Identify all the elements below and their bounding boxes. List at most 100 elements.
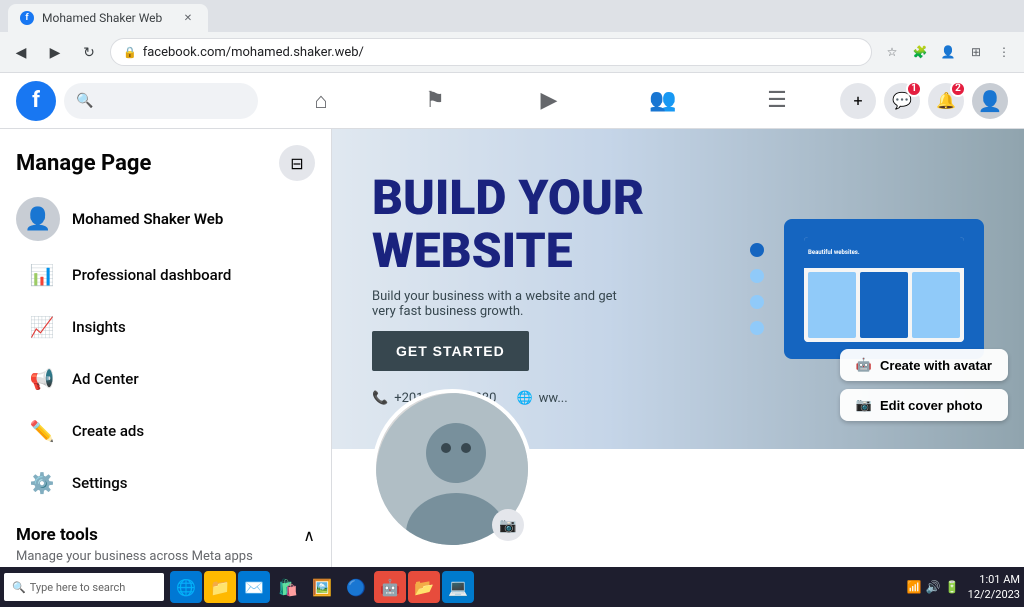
sidebar-item-ad-center[interactable]: 📢 Ad Center [8,353,323,405]
more-tools-header: More tools ∧ [0,509,331,549]
device-col-3 [912,272,960,338]
main-layout: Manage Page ⊟ 👤 Mohamed Shaker Web 📊 Pro… [0,129,1024,567]
get-started-button[interactable]: GET STARTED [372,331,529,371]
header-actions: + 💬 1 🔔 2 👤 [840,83,1008,119]
sidebar-item-settings[interactable]: ⚙️ Settings [8,457,323,509]
nav-home[interactable]: ⌂ [266,77,376,125]
taskbar-right: 📶 🔊 🔋 1:01 AM 12/2/2023 [907,572,1020,603]
more-tools-toggle[interactable]: ∧ [303,526,315,545]
lock-icon: 🔒 [123,46,137,59]
sidebar-title: Manage Page [16,151,151,176]
back-button[interactable]: ◀ [8,39,34,65]
profile-camera-button[interactable]: 📷 [492,509,524,541]
taskbar-date: 12/2/2023 [968,587,1020,602]
browser-tab-bar: f Mohamed Shaker Web ✕ [0,0,1024,32]
menu-label-dashboard: Professional dashboard [72,266,231,284]
taskbar-clock: 1:01 AM [968,572,1020,587]
cover-action-buttons: 🤖 Create with avatar 📷 Edit cover photo [840,349,1008,421]
taskbar-app-explorer[interactable]: 📁 [204,571,236,603]
close-tab-button[interactable]: ✕ [180,10,196,26]
ad-center-icon: 📢 [24,361,60,397]
profile-avatar-area: 📷 [372,389,532,549]
search-box[interactable]: 🔍 [64,83,258,119]
create-avatar-label: Create with avatar [880,358,992,373]
taskbar-search-placeholder: Type here to search [30,581,126,594]
profile-name: Mohamed Shaker Web [372,565,984,567]
camera-icon: 📷 [856,397,872,413]
menu-label-create-ads: Create ads [72,422,144,440]
taskbar-app-photos[interactable]: 🖼️ [306,571,338,603]
taskbar-apps: 🌐 📁 ✉️ 🛍️ 🖼️ 🔵 🤖 📂 💻 [170,571,474,603]
more-browser-btn[interactable]: ⋮ [992,40,1016,64]
extensions-icon[interactable]: 🧩 [908,40,932,64]
notifications-button[interactable]: 🔔 2 [928,83,964,119]
insights-icon: 📈 [24,309,60,345]
taskbar-app-store[interactable]: 🛍️ [272,571,304,603]
nav-video[interactable]: ▶ [494,77,604,125]
taskbar-app-mail[interactable]: ✉️ [238,571,270,603]
tab-grid-icon[interactable]: ⊞ [964,40,988,64]
nav-people[interactable]: 👥 [608,77,718,125]
battery-icon: 🔋 [945,580,960,594]
sidebar-header: Manage Page ⊟ [0,137,331,189]
forward-button[interactable]: ▶ [42,39,68,65]
windows-taskbar: 🔍 Type here to search 🌐 📁 ✉️ 🛍️ 🖼️ 🔵 🤖 📂… [0,567,1024,607]
menu-label-insights: Insights [72,318,126,336]
dot-2 [750,269,764,283]
reload-button[interactable]: ↻ [76,39,102,65]
messenger-button[interactable]: 💬 1 [884,83,920,119]
device-body [804,268,964,342]
edit-cover-button[interactable]: 📷 Edit cover photo [840,389,1008,421]
tab-title: Mohamed Shaker Web [42,11,162,25]
sidebar-item-professional-dashboard[interactable]: 📊 Professional dashboard [8,249,323,301]
url-text: facebook.com/mohamed.shaker.web/ [143,45,859,60]
sidebar: Manage Page ⊟ 👤 Mohamed Shaker Web 📊 Pro… [0,129,332,567]
device-header-text: Beautiful websites. [808,249,860,256]
device-col-1 [808,272,856,338]
profile-browser-icon[interactable]: 👤 [936,40,960,64]
taskbar-app-ai[interactable]: 🤖 [374,571,406,603]
taskbar-search[interactable]: 🔍 Type here to search [4,573,164,601]
taskbar-search-icon: 🔍 [12,581,26,594]
user-avatar-button[interactable]: 👤 [972,83,1008,119]
nav-menu[interactable]: ☰ [722,77,832,125]
browser-tab[interactable]: f Mohamed Shaker Web ✕ [8,4,208,32]
sidebar-item-create-ads[interactable]: ✏️ Create ads [8,405,323,457]
edit-cover-label: Edit cover photo [880,398,983,413]
cover-right: Beautiful websites. [750,219,984,359]
taskbar-app-vscode[interactable]: 💻 [442,571,474,603]
taskbar-app-edge[interactable]: 🌐 [170,571,202,603]
tab-favicon: f [20,11,34,25]
sidebar-collapse-button[interactable]: ⊟ [279,145,315,181]
taskbar-time: 1:01 AM 12/2/2023 [968,572,1020,603]
taskbar-app-chrome[interactable]: 🔵 [340,571,372,603]
device-col-2 [860,272,908,338]
browser-action-buttons: ☆ 🧩 👤 ⊞ ⋮ [880,40,1016,64]
avatar-icon: 🤖 [856,357,872,373]
url-bar[interactable]: 🔒 facebook.com/mohamed.shaker.web/ [110,38,872,66]
fb-logo[interactable]: f [16,81,56,121]
taskbar-app-filezilla[interactable]: 📂 [408,571,440,603]
cover-headline-line1: BUILD YOUR [372,172,644,225]
sidebar-item-insights[interactable]: 📈 Insights [8,301,323,353]
content-area: BUILD YOUR WEBSITE Build your business w… [332,129,1024,567]
create-avatar-button[interactable]: 🤖 Create with avatar [840,349,1008,381]
website-url: ww... [539,391,568,406]
menu-label-ad-center: Ad Center [72,370,139,388]
settings-icon: ⚙️ [24,465,60,501]
nav-flag[interactable]: ⚑ [380,77,490,125]
plus-button[interactable]: + [840,83,876,119]
notifications-badge: 2 [950,81,966,97]
sidebar-page-item[interactable]: 👤 Mohamed Shaker Web [0,189,331,249]
profile-info: Mohamed Shaker Web 4.5K likes • 4.5K fol… [372,565,984,567]
page-avatar: 👤 [16,197,60,241]
page-name: Mohamed Shaker Web [72,210,223,228]
bookmark-icon[interactable]: ☆ [880,40,904,64]
browser-address-bar: ◀ ▶ ↻ 🔒 facebook.com/mohamed.shaker.web/… [0,32,1024,72]
cover-dots [750,243,764,335]
system-tray: 📶 🔊 🔋 [907,580,960,594]
dot-4 [750,321,764,335]
network-icon: 📶 [907,580,922,594]
dashboard-icon: 📊 [24,257,60,293]
cover-text: BUILD YOUR WEBSITE Build your business w… [372,172,644,407]
